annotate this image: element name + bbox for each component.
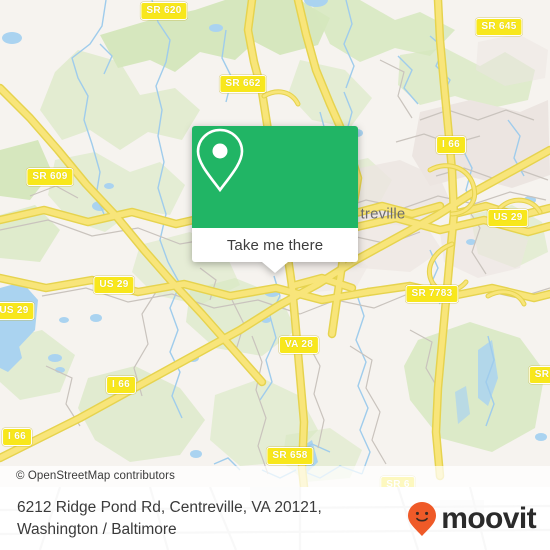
- popup-pointer-tail: [262, 262, 288, 273]
- shield-i-66-c: I 66: [2, 428, 32, 446]
- shield-va-28: VA 28: [278, 336, 320, 354]
- map-pin-icon: [196, 128, 244, 193]
- popup-header: [192, 126, 358, 228]
- shield-us-29-c: US 29: [0, 302, 35, 320]
- shield-sr-right: SR: [528, 366, 550, 384]
- shield-sr-620: SR 620: [140, 2, 188, 20]
- map-screenshot: treville SR 620 SR 645 SR 662 I 66 SR 60…: [0, 0, 550, 550]
- shield-sr-645: SR 645: [475, 18, 523, 36]
- address-text: 6212 Ridge Pond Rd, Centreville, VA 2012…: [0, 497, 322, 541]
- osm-attribution[interactable]: © OpenStreetMap contributors: [0, 466, 550, 487]
- map-canvas[interactable]: treville SR 620 SR 645 SR 662 I 66 SR 60…: [0, 0, 550, 487]
- take-me-there-button[interactable]: Take me there: [192, 228, 358, 262]
- shield-sr-662: SR 662: [219, 75, 267, 93]
- address-line-1: 6212 Ridge Pond Rd, Centreville, VA 2012…: [17, 498, 322, 516]
- moovit-smiley-pin-icon: [408, 501, 437, 536]
- place-label-centreville: treville: [360, 205, 406, 223]
- moovit-logo[interactable]: moovit: [407, 501, 537, 537]
- location-popup[interactable]: Take me there: [192, 126, 358, 273]
- shield-sr-658: SR 658: [266, 447, 314, 465]
- shield-us-29-b: US 29: [93, 276, 135, 294]
- shield-sr-609: SR 609: [26, 168, 74, 186]
- moovit-wordmark: moovit: [441, 501, 536, 535]
- footer-bar: 6212 Ridge Pond Rd, Centreville, VA 2012…: [0, 487, 550, 550]
- shield-us-29-a: US 29: [487, 209, 529, 227]
- address-line-2: Washington / Baltimore: [17, 520, 177, 538]
- take-me-there-label: Take me there: [226, 236, 324, 254]
- shield-i-66-a: I 66: [436, 136, 466, 154]
- shield-i-66-b: I 66: [106, 376, 136, 394]
- shield-sr-7783: SR 7783: [405, 285, 459, 303]
